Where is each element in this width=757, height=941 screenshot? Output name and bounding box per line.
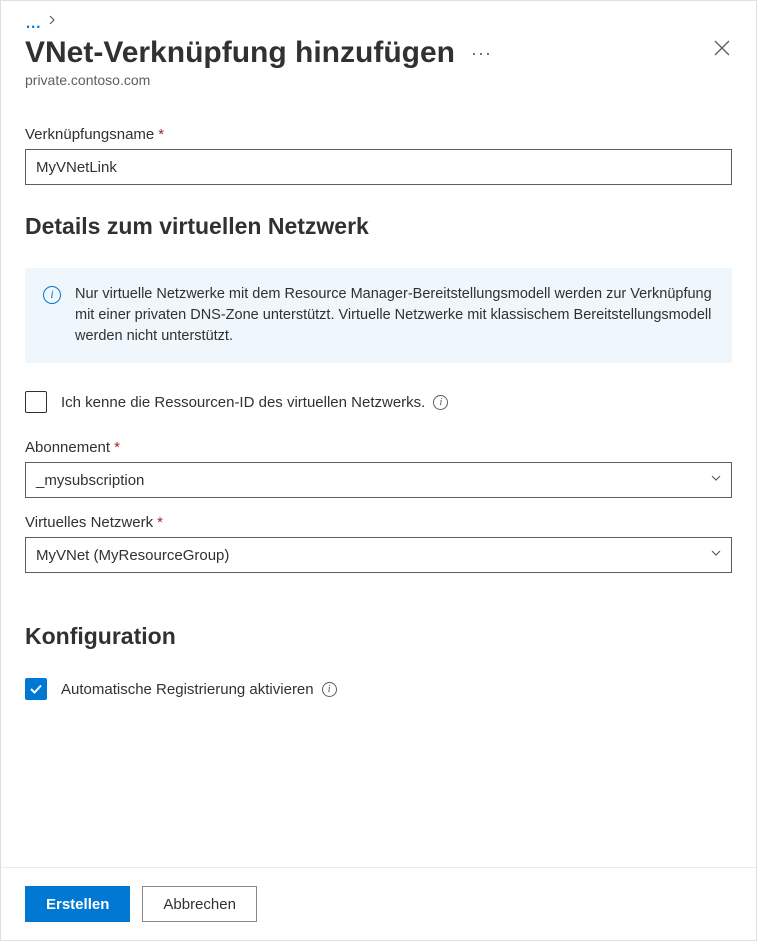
more-options-icon[interactable]: ···: [471, 43, 492, 64]
subscription-label: Abonnement *: [25, 439, 732, 456]
know-resource-id-row: Ich kenne die Ressourcen-ID des virtuell…: [25, 391, 732, 413]
virtual-network-label-text: Virtuelles Netzwerk: [25, 514, 153, 531]
auto-registration-row: Automatische Registrierung aktivieren i: [25, 678, 732, 700]
checkmark-icon: [29, 682, 43, 696]
configuration-heading: Konfiguration: [25, 623, 732, 650]
close-icon: [712, 38, 732, 58]
vnet-details-heading: Details zum virtuellen Netzwerk: [25, 213, 732, 240]
know-resource-id-checkbox[interactable]: [25, 391, 47, 413]
footer: Erstellen Abbrechen: [1, 867, 756, 940]
subscription-label-text: Abonnement: [25, 439, 110, 456]
required-indicator: *: [114, 439, 120, 456]
link-name-input[interactable]: [25, 149, 732, 185]
info-box: i Nur virtuelle Netzwerke mit dem Resour…: [25, 268, 732, 363]
page-header: VNet-Verknüpfung hinzufügen ··· private.…: [1, 28, 756, 102]
breadcrumb-more-icon[interactable]: ...: [25, 16, 40, 26]
link-name-label-text: Verknüpfungsname: [25, 126, 154, 143]
know-resource-id-label: Ich kenne die Ressourcen-ID des virtuell…: [61, 394, 448, 411]
info-icon: i: [43, 286, 61, 304]
virtual-network-field: Virtuelles Netzwerk * MyVNet (MyResource…: [25, 514, 732, 573]
subscription-select[interactable]: _mysubscription: [25, 462, 732, 498]
virtual-network-select[interactable]: MyVNet (MyResourceGroup): [25, 537, 732, 573]
required-indicator: *: [157, 514, 163, 531]
auto-registration-label-text: Automatische Registrierung aktivieren: [61, 681, 314, 698]
close-button[interactable]: [712, 38, 732, 58]
cancel-button[interactable]: Abbrechen: [142, 886, 257, 922]
auto-registration-label: Automatische Registrierung aktivieren i: [61, 681, 337, 698]
link-name-field: Verknüpfungsname *: [25, 126, 732, 185]
subscription-field: Abonnement * _mysubscription: [25, 439, 732, 498]
page-title: VNet-Verknüpfung hinzufügen: [25, 36, 455, 70]
link-name-label: Verknüpfungsname *: [25, 126, 732, 143]
required-indicator: *: [158, 126, 164, 143]
know-resource-id-label-text: Ich kenne die Ressourcen-ID des virtuell…: [61, 394, 425, 411]
info-box-text: Nur virtuelle Netzwerke mit dem Resource…: [75, 284, 714, 347]
form-content: Verknüpfungsname * Details zum virtuelle…: [1, 102, 756, 867]
page-subtitle: private.contoso.com: [25, 72, 732, 88]
create-button[interactable]: Erstellen: [25, 886, 130, 922]
chevron-right-icon: [48, 13, 58, 28]
info-icon[interactable]: i: [322, 682, 337, 697]
auto-registration-checkbox[interactable]: [25, 678, 47, 700]
virtual-network-label: Virtuelles Netzwerk *: [25, 514, 732, 531]
breadcrumb: ...: [1, 1, 756, 28]
info-icon[interactable]: i: [433, 395, 448, 410]
